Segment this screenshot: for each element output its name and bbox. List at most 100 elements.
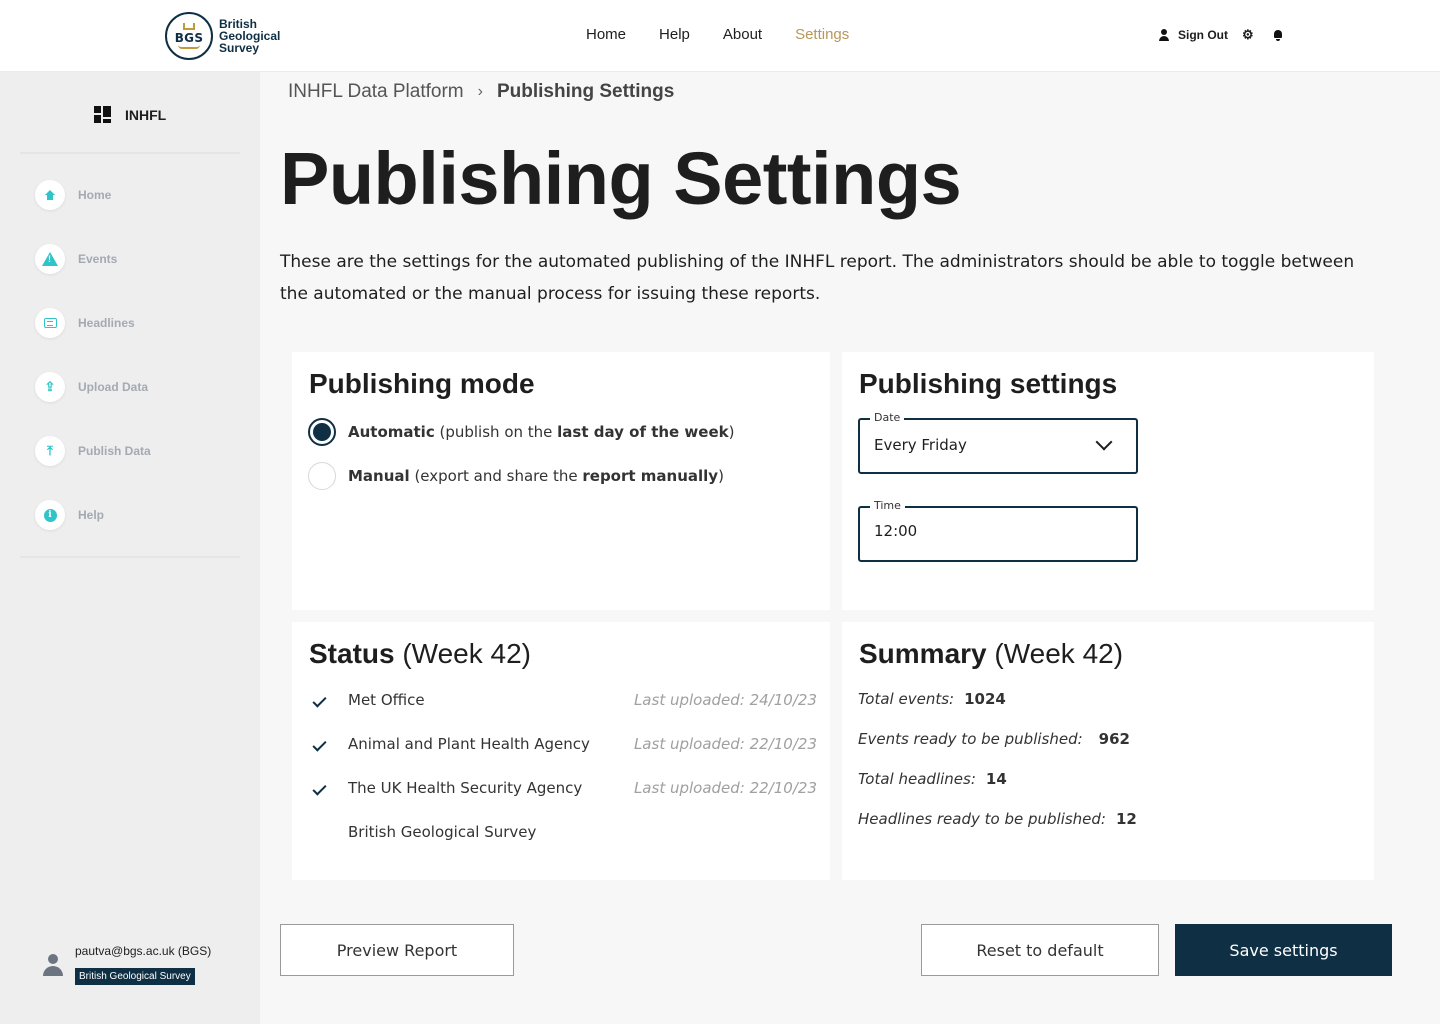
reset-to-default-button[interactable]: Reset to default [921,924,1159,976]
status-last-uploaded: Last uploaded: 22/10/23 [633,779,817,797]
summary-label: Total events: [858,690,955,708]
bgs-logo-badge: BGS [165,12,213,60]
preview-report-button[interactable]: Preview Report [280,924,514,976]
check-icon [312,781,327,796]
breadcrumb-root[interactable]: INHFL Data Platform [288,81,464,103]
breadcrumb-current: Publishing Settings [496,81,675,102]
summary-label: Total headlines: [858,770,976,788]
sidebar-item-headlines[interactable]: Headlines [35,308,135,338]
sidebar-item-help[interactable]: i Help [35,500,104,530]
radio-manual-label: Manual (export and share the report manu… [348,467,724,485]
status-last-uploaded: Last uploaded: 24/10/23 [633,691,817,709]
date-select[interactable]: Date Every Friday [858,411,1138,474]
check-icon [312,737,327,752]
nav-help[interactable]: Help [659,26,690,43]
chevron-down-icon[interactable] [1095,433,1113,451]
dashboard-grid-icon [94,106,111,123]
publishing-mode-card: Publishing mode Automatic (publish on th… [292,352,830,610]
status-source-name: British Geological Survey [348,823,537,841]
status-row: British Geological Survey [312,823,817,847]
top-actions: Sign Out ⚙ [1158,28,1284,42]
status-source-name: Met Office [348,691,425,709]
avatar-icon [43,954,63,978]
status-row: Animal and Plant Health Agency Last uplo… [312,735,817,759]
check-icon [312,693,327,708]
bell-icon[interactable] [1272,29,1284,41]
date-value: Every Friday [874,436,967,454]
info-icon: i [35,500,65,530]
sidebar-item-label: Headlines [78,316,135,330]
summary-label: Headlines ready to be published: [858,810,1106,828]
home-icon [35,180,65,210]
bgs-logo[interactable]: BGS British Geological Survey [165,12,280,60]
radio-manual[interactable] [308,462,336,490]
save-settings-button[interactable]: Save settings [1175,924,1392,976]
publishing-settings-title: Publishing settings [859,368,1118,399]
sidebar-item-label: Events [78,252,118,266]
wave-icon [178,45,200,49]
sidebar-item-events[interactable]: Events [35,244,117,274]
logo-line-3: Survey [219,41,260,55]
radio-option-manual[interactable]: Manual (export and share the report manu… [308,462,724,490]
summary-row: Headlines ready to be published: 12 [858,810,1137,828]
newspaper-icon [35,308,65,338]
publish-icon: ⤒ [35,436,65,466]
sign-out-link[interactable]: Sign Out [1178,28,1228,42]
summary-card: Summary (Week 42) Total events: 1024 Even… [842,622,1374,880]
summary-value: 14 [985,770,1007,788]
publishing-mode-title: Publishing mode [309,368,535,399]
sidebar-item-home[interactable]: Home [35,180,111,210]
status-row: Met Office Last uploaded: 24/10/23 [312,691,817,715]
radio-automatic[interactable] [308,418,336,446]
status-source-name: The UK Health Security Agency [348,779,583,797]
sidebar-item-publish-data[interactable]: ⤒ Publish Data [35,436,151,466]
summary-row: Total headlines: 14 [858,770,1007,788]
radio-automatic-label: Automatic (publish on the last day of th… [348,423,735,441]
status-card: Status (Week 42) Met Office Last uploade… [292,622,830,880]
nav-home[interactable]: Home [586,26,626,43]
time-field[interactable]: Time [858,499,1138,562]
sidebar-brand[interactable]: INHFL [94,106,166,123]
gear-icon[interactable]: ⚙ [1242,28,1254,41]
account-email: pautva@bgs.ac.uk (BGS) [75,944,212,958]
time-input[interactable] [874,522,1074,540]
page-title: Publishing Settings [280,137,962,220]
warning-icon [35,244,65,274]
radio-option-automatic[interactable]: Automatic (publish on the last day of th… [308,418,734,446]
summary-value: 12 [1115,810,1137,828]
summary-title: Summary (Week 42) [859,638,1124,669]
summary-row: Events ready to be published: 962 [858,730,1130,748]
account-org-badge: British Geological Survey [75,968,195,985]
crown-icon [183,23,195,30]
summary-label: Events ready to be published: [858,730,1083,748]
upload-icon: ⇪ [35,372,65,402]
time-label: Time [870,499,905,512]
sidebar-item-label: Publish Data [78,444,151,458]
sidebar-item-label: Help [78,508,105,522]
sidebar-item-label: Upload Data [78,380,149,394]
top-bar: BGS British Geological Survey Home Help … [0,0,1440,72]
logo-text: British Geological Survey [219,18,280,54]
sidebar-divider-top [20,152,240,154]
status-last-uploaded: Last uploaded: 22/10/23 [633,735,817,753]
summary-value: 962 [1098,730,1130,748]
date-label: Date [870,411,905,424]
breadcrumb: INHFL Data Platform › Publishing Setting… [288,81,674,103]
sidebar-brand-label: INHFL [125,106,167,123]
summary-value: 1024 [964,690,1006,708]
sidebar-divider-bottom [20,556,240,558]
publishing-settings-card: Publishing settings Date Every Friday Ti… [842,352,1374,610]
sidebar-item-upload-data[interactable]: ⇪ Upload Data [35,372,148,402]
status-title: Status (Week 42) [309,638,531,669]
summary-row: Total events: 1024 [858,690,1006,708]
user-icon[interactable] [1158,29,1170,41]
main-nav: Home Help About Settings [586,26,849,43]
sidebar-item-label: Home [78,188,112,202]
nav-about[interactable]: About [723,26,762,43]
sidebar: INHFL Home Events Headlines ⇪ Upload Dat… [0,72,260,1024]
page-intro: These are the settings for the automated… [280,252,1355,304]
status-row: The UK Health Security Agency Last uploa… [312,779,817,803]
breadcrumb-separator-icon: › [477,83,483,100]
status-source-name: Animal and Plant Health Agency [348,735,590,753]
nav-settings[interactable]: Settings [795,26,849,43]
